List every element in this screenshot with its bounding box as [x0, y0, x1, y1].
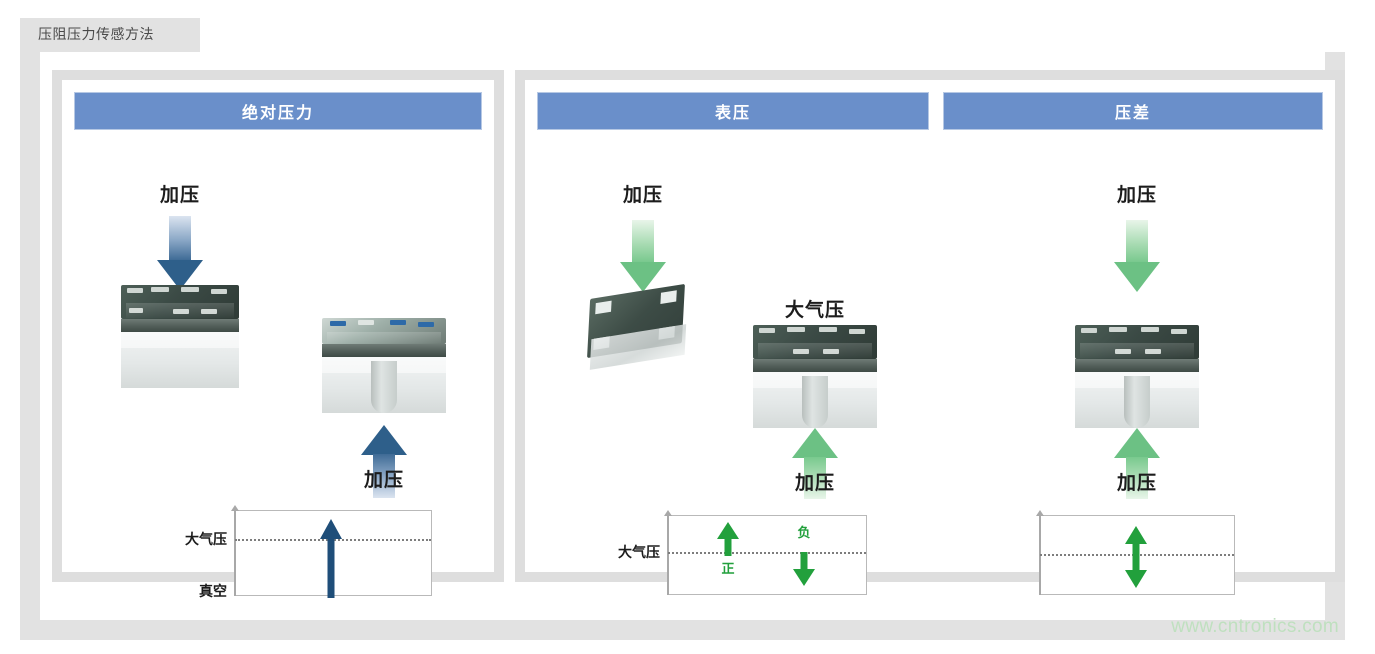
caption-gauge-right-bottom: 加压: [794, 473, 836, 494]
package-lid: [121, 285, 239, 319]
caption-differential-top: 加压: [1116, 185, 1158, 206]
chart-y-axis: [664, 510, 672, 595]
chart-label-vacuum: 真空: [199, 583, 227, 599]
column-gauge-pressure: 加压 大气压 加压 大气压 正 负: [537, 80, 929, 595]
arrow-head: [1114, 428, 1160, 458]
sensor-package-gauge-ported: [753, 325, 877, 428]
panel-absolute-inner: 绝对压力 加压 加压 大气压 真空: [62, 80, 494, 599]
chart-y-axis: [231, 505, 239, 596]
chart-label-negative: 负: [797, 525, 811, 540]
tab-bar-filler: [200, 18, 1345, 52]
arrow-shaft: [632, 220, 654, 262]
chart-differential-pressure: [1036, 510, 1235, 595]
chart-absolute-pressure: 大气压 真空: [185, 505, 432, 599]
arrow-shaft: [1126, 220, 1148, 262]
package-rim: [322, 344, 446, 357]
sensor-die-gauge-open: [587, 283, 698, 392]
arrow-head: [1114, 262, 1160, 292]
arrow-down-green-gauge-left: [620, 220, 666, 292]
arrow-head: [792, 428, 838, 458]
package-pressure-port: [802, 376, 828, 428]
arrow-head: [361, 425, 407, 455]
package-rim: [1075, 359, 1199, 372]
chart-arrow-bidirectional: [1125, 526, 1147, 588]
caption-absolute-left-top: 加压: [159, 185, 201, 206]
chart-label-atmospheric: 大气压: [185, 531, 227, 547]
chart-label-positive: 正: [721, 561, 735, 576]
arrow-down-green-differential: [1114, 220, 1160, 292]
package-lid: [322, 318, 446, 344]
package-lid: [753, 325, 877, 359]
figure-frame: 压阻压力传感方法 绝对压力 加压 加压 大气压 真空 表压 压差 加压 大气压 …: [20, 18, 1345, 640]
arrow-down-blue-absolute-left: [157, 216, 203, 290]
tab-title[interactable]: 压阻压力传感方法: [38, 24, 154, 44]
package-pressure-port: [1124, 376, 1150, 428]
caption-absolute-right-bottom: 加压: [363, 470, 405, 491]
panel-header-absolute-pressure: 绝对压力: [74, 92, 482, 130]
caption-gauge-right-top: 大气压: [784, 300, 846, 321]
chart-arrow-up-positive: [717, 522, 739, 556]
tab-bar: 压阻压力传感方法: [20, 18, 1345, 52]
caption-differential-bottom: 加压: [1116, 473, 1158, 494]
package-pressure-port: [371, 361, 397, 413]
site-watermark: www.cntronics.com: [1171, 616, 1339, 637]
package-body: [1075, 372, 1199, 428]
sensor-package-differential: [1075, 325, 1199, 428]
package-rim: [121, 319, 239, 332]
panel-gauge-and-differential: 表压 压差 加压 大气压 加压 大气压 正 负 加压 加压: [515, 70, 1345, 595]
diagram-canvas: 绝对压力 加压 加压 大气压 真空 表压 压差 加压 大气压 加压 大气压 正 …: [40, 52, 1345, 620]
package-body: [753, 372, 877, 428]
chart-arrow-up-absolute: [320, 519, 342, 598]
panel-gauge-inner: 表压 压差 加压 大气压 加压 大气压 正 负 加压 加压: [525, 80, 1335, 595]
sensor-package-absolute-sealed: [121, 285, 239, 388]
caption-gauge-left-top: 加压: [622, 185, 664, 206]
chart-arrow-down-negative: [793, 552, 815, 586]
sensor-package-absolute-ported: [322, 318, 446, 413]
chart-reference-line: [668, 552, 866, 554]
chart-gauge-pressure: 大气压 正 负: [618, 510, 867, 595]
column-differential-pressure: 加压 加压: [943, 80, 1331, 595]
arrow-shaft: [169, 216, 191, 260]
package-body: [322, 357, 446, 413]
package-rim: [753, 359, 877, 372]
panel-absolute-pressure: 绝对压力 加压 加压 大气压 真空: [52, 70, 504, 599]
package-body: [121, 332, 239, 388]
chart-label-atmospheric: 大气压: [618, 544, 660, 560]
package-lid: [1075, 325, 1199, 359]
